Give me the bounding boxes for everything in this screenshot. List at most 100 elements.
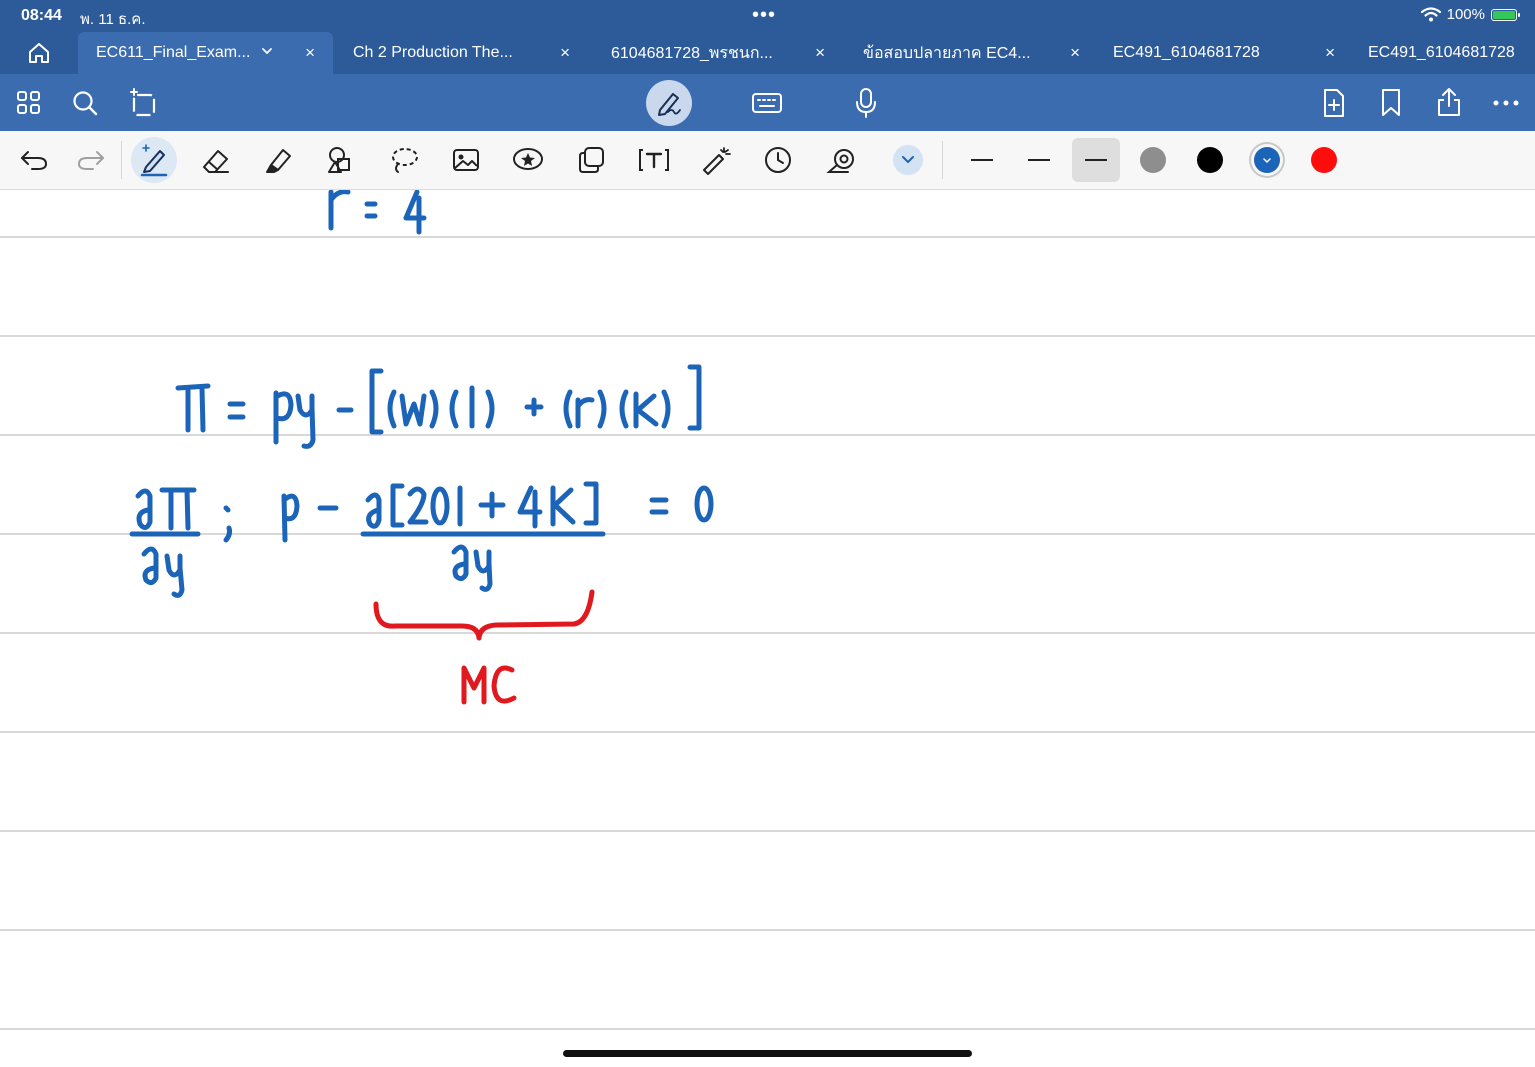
redo-button[interactable] bbox=[75, 145, 107, 175]
multitasking-dots-icon[interactable]: ••• bbox=[752, 5, 776, 25]
eraser-tool-button[interactable] bbox=[198, 143, 234, 177]
text-tool-button[interactable] bbox=[635, 143, 673, 177]
status-time: 08:44 bbox=[21, 7, 62, 24]
ruled-lines bbox=[0, 236, 1535, 1030]
home-button[interactable] bbox=[0, 32, 78, 74]
zoom-window-button[interactable] bbox=[822, 143, 860, 177]
lasso-icon bbox=[392, 148, 418, 173]
close-icon[interactable]: × bbox=[1325, 44, 1335, 62]
search-icon bbox=[73, 91, 98, 116]
tab-ch2-production[interactable]: Ch 2 Production The... × bbox=[335, 32, 588, 74]
undo-button[interactable] bbox=[18, 145, 50, 175]
handwriting-r-equals-4 bbox=[328, 190, 427, 235]
highlighter-tool-button[interactable] bbox=[261, 143, 297, 177]
zoom-window-icon bbox=[826, 149, 854, 173]
lasso-tool-button[interactable] bbox=[386, 143, 422, 177]
chevron-down-icon bbox=[902, 156, 914, 164]
grid-icon bbox=[17, 91, 40, 114]
thickness-thin-button[interactable] bbox=[962, 145, 1002, 175]
tab-label: ข้อสอบปลายภาค EC4... bbox=[863, 44, 1031, 62]
undo-icon bbox=[21, 151, 48, 170]
handwriting-derivative-equation bbox=[129, 481, 714, 598]
thumbnails-button[interactable] bbox=[14, 88, 44, 118]
tools-toolbar bbox=[0, 131, 1535, 190]
pen-tool-button[interactable] bbox=[131, 137, 177, 183]
highlighter-icon bbox=[266, 149, 291, 173]
microphone-button[interactable] bbox=[852, 86, 880, 120]
pen-handwriting-icon bbox=[658, 93, 681, 116]
laser-pointer-icon bbox=[703, 147, 731, 175]
thick-line-icon bbox=[1085, 158, 1107, 162]
navigation-bar bbox=[0, 74, 1535, 131]
eraser-icon bbox=[203, 150, 229, 173]
thin-line-icon bbox=[971, 159, 993, 161]
add-page-button[interactable] bbox=[1320, 86, 1348, 120]
status-bar: 08:44 พ. 11 ธ.ค. ••• 100% bbox=[0, 0, 1535, 32]
elements-tool-button[interactable] bbox=[573, 143, 609, 177]
status-right: 100% bbox=[1420, 6, 1520, 23]
wifi-icon bbox=[1420, 7, 1441, 22]
battery-icon bbox=[1491, 8, 1520, 21]
document-tab-bar: EC611_Final_Exam... × Ch 2 Production Th… bbox=[0, 32, 1535, 74]
thickness-thick-button[interactable] bbox=[1072, 138, 1120, 182]
microphone-icon bbox=[856, 88, 876, 118]
shapes-icon bbox=[328, 147, 350, 173]
tab-ec611-final-exam[interactable]: EC611_Final_Exam... × bbox=[78, 32, 333, 74]
status-date: พ. 11 ธ.ค. bbox=[80, 11, 146, 28]
medium-line-icon bbox=[1028, 159, 1050, 161]
close-icon[interactable]: × bbox=[1070, 44, 1080, 62]
color-swatch-gray[interactable] bbox=[1140, 147, 1166, 173]
tab-ec491-a[interactable]: EC491_6104681728 × bbox=[1095, 32, 1353, 74]
copy-pages-icon bbox=[579, 147, 604, 173]
thickness-medium-button[interactable] bbox=[1019, 145, 1059, 175]
share-button[interactable] bbox=[1434, 84, 1464, 120]
color-swatch-blue[interactable] bbox=[1254, 147, 1280, 173]
sticker-tool-button[interactable] bbox=[509, 143, 547, 177]
sticker-star-icon bbox=[513, 148, 543, 170]
toolbar-divider bbox=[121, 141, 122, 179]
home-indicator[interactable] bbox=[563, 1050, 972, 1057]
tab-label: EC611_Final_Exam... bbox=[96, 44, 251, 61]
tab-label: EC491_6104681728 bbox=[1368, 44, 1515, 61]
toolbar-divider bbox=[942, 141, 943, 179]
more-icon bbox=[1493, 100, 1519, 106]
close-icon[interactable]: × bbox=[815, 44, 825, 62]
ruled-page bbox=[0, 190, 1535, 1030]
color-swatch-black[interactable] bbox=[1197, 147, 1223, 173]
redo-icon bbox=[77, 151, 104, 170]
image-icon bbox=[453, 149, 479, 171]
keyboard-mode-button[interactable] bbox=[750, 88, 784, 118]
search-button[interactable] bbox=[70, 88, 100, 118]
chevron-down-icon[interactable] bbox=[261, 45, 273, 57]
image-tool-button[interactable] bbox=[448, 143, 484, 177]
note-page-canvas[interactable] bbox=[0, 190, 1535, 1067]
bookmark-button[interactable] bbox=[1378, 86, 1404, 120]
share-icon bbox=[1438, 88, 1460, 116]
tab-6104681728[interactable]: 6104681728_พรชนก... × bbox=[593, 32, 843, 74]
chevron-down-icon bbox=[1263, 157, 1271, 163]
battery-percent: 100% bbox=[1446, 6, 1485, 23]
tab-label: 6104681728_พรชนก... bbox=[611, 44, 773, 62]
keyboard-icon bbox=[752, 93, 782, 113]
shapes-tool-button[interactable] bbox=[323, 143, 359, 177]
pen-icon bbox=[140, 144, 168, 177]
lasso-sparkle-icon bbox=[130, 88, 156, 117]
tab-label: EC491_6104681728 bbox=[1113, 44, 1260, 61]
more-options-button[interactable] bbox=[1490, 88, 1522, 118]
tab-label: Ch 2 Production The... bbox=[353, 44, 513, 61]
tab-final-exam-ec4[interactable]: ข้อสอบปลายภาค EC4... × bbox=[845, 32, 1098, 74]
home-icon bbox=[29, 43, 49, 63]
lasso-screenshot-button[interactable] bbox=[126, 86, 160, 120]
laser-pointer-button[interactable] bbox=[697, 143, 735, 177]
pen-mode-button[interactable] bbox=[646, 80, 692, 126]
add-page-icon bbox=[1324, 89, 1344, 117]
color-swatch-red[interactable] bbox=[1311, 147, 1337, 173]
bookmark-icon bbox=[1382, 89, 1400, 116]
tab-ec491-b[interactable]: EC491_6104681728 bbox=[1350, 32, 1535, 74]
clock-icon bbox=[765, 147, 791, 173]
history-button[interactable] bbox=[760, 143, 796, 177]
close-icon[interactable]: × bbox=[560, 44, 570, 62]
more-tools-button[interactable] bbox=[893, 145, 923, 175]
handwriting-mc-annotation bbox=[373, 589, 595, 705]
close-icon[interactable]: × bbox=[305, 44, 315, 62]
